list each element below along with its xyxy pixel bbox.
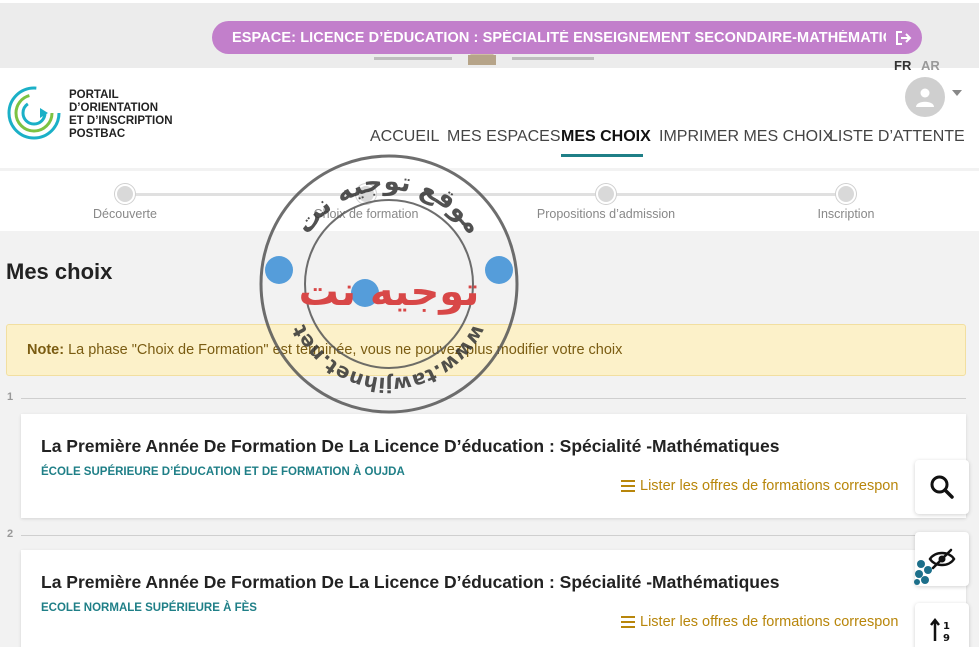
choice-school: ECOLE NORMALE SUPÉRIEURE À FÈS	[41, 602, 257, 614]
nav-imprimer-mes-choix[interactable]: IMPRIMER MES CHOIX	[659, 128, 833, 146]
logo-line: PORTAIL	[69, 89, 119, 101]
step-dot	[356, 184, 376, 204]
logo-line: D’ORIENTATION	[69, 102, 159, 114]
choice-title: La Première Année De Formation De La Lic…	[41, 572, 780, 592]
nav-mes-choix[interactable]: MES CHOIX	[561, 128, 651, 146]
lang-fr[interactable]: FR	[894, 58, 911, 73]
avatar[interactable]	[905, 77, 945, 117]
nav-active-indicator	[561, 154, 643, 157]
espace-pill[interactable]: ESPACE: LICENCE D’ÉDUCATION : SPÉCIALITÉ…	[212, 21, 922, 54]
nav-liste-attente[interactable]: LISTE D’ATTENTE	[829, 128, 965, 146]
choice-title: La Première Année De Formation De La Lic…	[41, 436, 780, 456]
sort-button[interactable]: 1 9	[915, 603, 969, 647]
chevron-down-icon[interactable]	[952, 90, 962, 96]
step-label-inscription: Inscription	[817, 207, 875, 221]
search-icon	[930, 475, 954, 499]
divider	[21, 535, 966, 536]
step-dot	[115, 184, 135, 204]
divider	[21, 398, 966, 399]
step-dot	[596, 184, 616, 204]
search-button[interactable]	[915, 460, 969, 514]
step-label-propositions: Propositions d’admission	[536, 207, 676, 221]
choice-index: 2	[7, 528, 14, 540]
list-offers-link[interactable]: Lister les offres de formations correspo…	[621, 614, 898, 630]
choice-index: 1	[7, 391, 14, 403]
watermark-arabic-center: توجيه نت	[299, 269, 480, 315]
progress-steps: Découverte Choix de formation Propositio…	[0, 171, 979, 231]
step-dot	[836, 184, 856, 204]
step-label-choix: Choix de formation	[313, 207, 419, 221]
note-label: Note:	[27, 342, 65, 358]
steps-track	[125, 193, 847, 196]
sort-icon: 1 9	[930, 617, 950, 644]
logo-line: ET D’INSCRIPTION	[69, 115, 173, 127]
user-icon	[916, 88, 934, 107]
choice-card: La Première Année De Formation De La Lic…	[21, 550, 966, 647]
list-icon	[621, 616, 635, 628]
logout-icon[interactable]	[886, 21, 922, 54]
lang-ar[interactable]: AR	[921, 58, 940, 73]
list-icon	[621, 480, 635, 492]
note-text: La phase "Choix de Formation" est termin…	[68, 342, 623, 358]
step-label-decouverte: Découverte	[93, 207, 157, 221]
nav-accueil[interactable]: ACCUEIL	[370, 128, 439, 146]
list-offers-link[interactable]: Lister les offres de formations correspo…	[621, 478, 898, 494]
nav-mes-espaces[interactable]: MES ESPACES	[447, 128, 561, 146]
list-offers-label: Lister les offres de formations correspo…	[640, 614, 899, 630]
decoration-dots	[914, 560, 932, 585]
espace-label: ESPACE: LICENCE D’ÉDUCATION : SPÉCIALITÉ…	[232, 29, 886, 46]
list-offers-label: Lister les offres de formations correspo…	[640, 478, 899, 494]
svg-text:9: 9	[943, 633, 950, 644]
page-title: Mes choix	[6, 259, 113, 284]
choice-card: La Première Année De Formation De La Lic…	[21, 414, 966, 518]
phase-note: Note: La phase "Choix de Formation" est …	[6, 324, 966, 376]
svg-text:1: 1	[943, 621, 950, 632]
top-bar: ESPACE: LICENCE D’ÉDUCATION : SPÉCIALITÉ…	[0, 0, 979, 68]
main-nav: ACCUEIL MES ESPACES MES CHOIX IMPRIMER M…	[0, 128, 979, 158]
choice-school: ÉCOLE SUPÉRIEURE D’ÉDUCATION ET DE FORMA…	[41, 466, 405, 478]
